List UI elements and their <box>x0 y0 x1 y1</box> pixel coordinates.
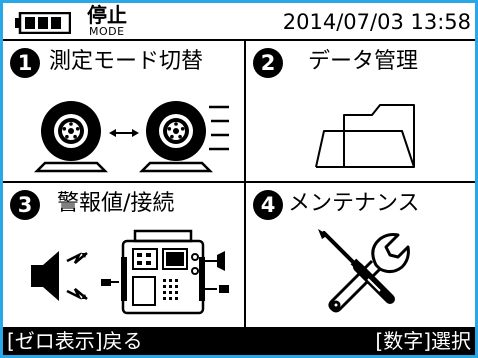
mode-sub-label: MODE <box>89 25 125 38</box>
menu-number-badge: 2 <box>253 48 283 78</box>
menu-item-label: メンテナンス <box>288 191 420 216</box>
menu-number-badge: 3 <box>10 190 40 220</box>
menu-item-alarm-connection[interactable]: 3 警報値/接続 <box>3 183 242 327</box>
datetime-display: 2014/07/03 13:58 <box>282 10 471 34</box>
menu-item-label: 測定モード切替 <box>49 49 204 74</box>
select-softkey[interactable]: [数字]選択 <box>375 327 471 355</box>
menu-number-badge: 4 <box>253 190 283 220</box>
softkey-footer: [ゼロ表示]戻る [数字]選択 <box>3 327 475 355</box>
menu-item-maintenance[interactable]: 4 メンテナンス <box>246 183 475 327</box>
alarm-connection-icon <box>31 229 229 315</box>
menu-number-badge: 1 <box>10 48 40 78</box>
main-menu-grid: 1 測定モード切替 2 データ管理 3 警報値/接続 4 メンテナンス <box>3 41 475 327</box>
tire-mode-switch-icon <box>33 101 229 173</box>
status-header: 停止 MODE 2014/07/03 13:58 <box>3 3 475 41</box>
menu-item-label: 警報値/接続 <box>57 191 175 216</box>
folder-icon <box>315 104 415 168</box>
mode-label: 停止 <box>87 3 127 27</box>
battery-icon <box>15 12 71 34</box>
menu-item-label: データ管理 <box>308 49 419 74</box>
menu-item-measurement-mode[interactable]: 1 測定モード切替 <box>3 41 242 181</box>
device-screen: 停止 MODE 2014/07/03 13:58 1 測定モード切替 2 データ… <box>0 0 478 358</box>
tools-icon <box>318 229 410 313</box>
back-softkey[interactable]: [ゼロ表示]戻る <box>7 327 143 355</box>
mode-indicator: 停止 MODE <box>87 4 157 40</box>
menu-item-data-management[interactable]: 2 データ管理 <box>246 41 475 181</box>
